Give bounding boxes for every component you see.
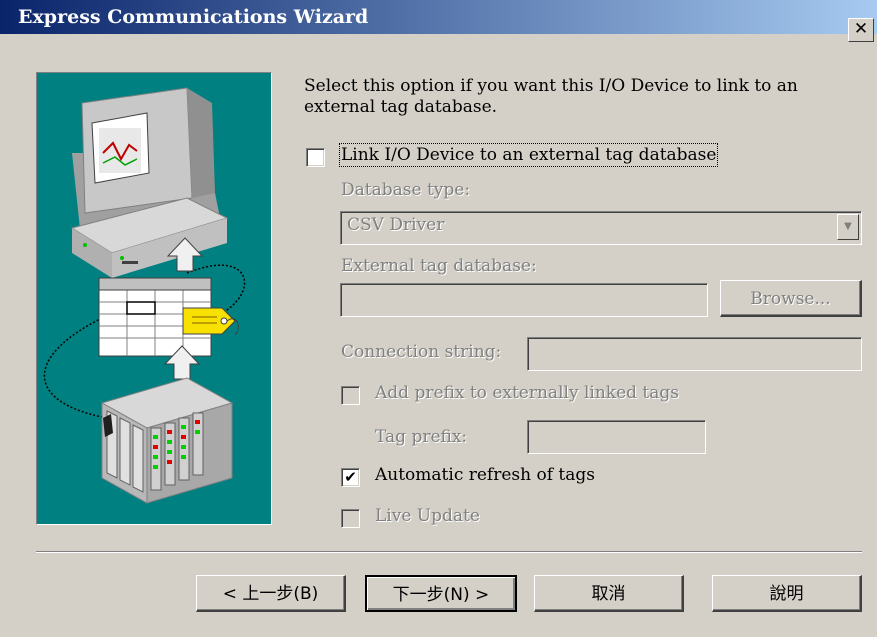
browse-button[interactable]: Browse... bbox=[720, 280, 862, 317]
wizard-window: Express Communications Wizard ✕ Select t… bbox=[0, 0, 877, 637]
tag-prefix-label: Tag prefix: bbox=[375, 427, 468, 447]
connection-string-label: Connection string: bbox=[341, 342, 502, 362]
database-type-select[interactable]: CSV Driver ▼ bbox=[340, 211, 862, 245]
link-external-db-label[interactable]: Link I/O Device to an external tag datab… bbox=[338, 143, 719, 167]
external-db-label: External tag database: bbox=[341, 256, 537, 276]
io-rack-icon bbox=[100, 377, 234, 504]
database-type-label: Database type: bbox=[341, 180, 471, 200]
add-prefix-label: Add prefix to externally linked tags bbox=[375, 383, 679, 403]
tag-prefix-input[interactable] bbox=[527, 420, 706, 454]
chevron-down-icon[interactable]: ▼ bbox=[837, 214, 859, 240]
title-bar[interactable]: Express Communications Wizard ✕ bbox=[0, 0, 877, 42]
link-external-db-checkbox[interactable] bbox=[306, 148, 325, 167]
footer-separator bbox=[36, 551, 862, 553]
illustration-art bbox=[43, 87, 246, 504]
option-description: Select this option if you want this I/O … bbox=[304, 76, 798, 117]
live-update-label: Live Update bbox=[375, 506, 480, 526]
window-title: Express Communications Wizard bbox=[18, 6, 369, 28]
cancel-button[interactable]: 取消 bbox=[534, 575, 684, 612]
back-button[interactable]: < 上一步(B) bbox=[196, 575, 346, 612]
database-type-value: CSV Driver bbox=[347, 215, 445, 235]
next-button[interactable]: 下一步(N) > bbox=[365, 575, 517, 612]
external-db-input[interactable] bbox=[340, 283, 708, 317]
checkmark-icon: ✔ bbox=[344, 468, 357, 486]
connection-string-input[interactable] bbox=[527, 337, 862, 371]
computer-monitor-icon bbox=[70, 87, 229, 278]
add-prefix-checkbox[interactable] bbox=[341, 386, 360, 405]
help-button[interactable]: 說明 bbox=[712, 575, 862, 612]
live-update-checkbox[interactable] bbox=[341, 509, 360, 528]
wizard-illustration bbox=[36, 72, 272, 525]
tag-icon bbox=[182, 307, 239, 336]
auto-refresh-checkbox[interactable]: ✔ bbox=[341, 468, 360, 487]
close-icon[interactable]: ✕ bbox=[848, 18, 874, 42]
auto-refresh-label[interactable]: Automatic refresh of tags bbox=[375, 465, 595, 485]
